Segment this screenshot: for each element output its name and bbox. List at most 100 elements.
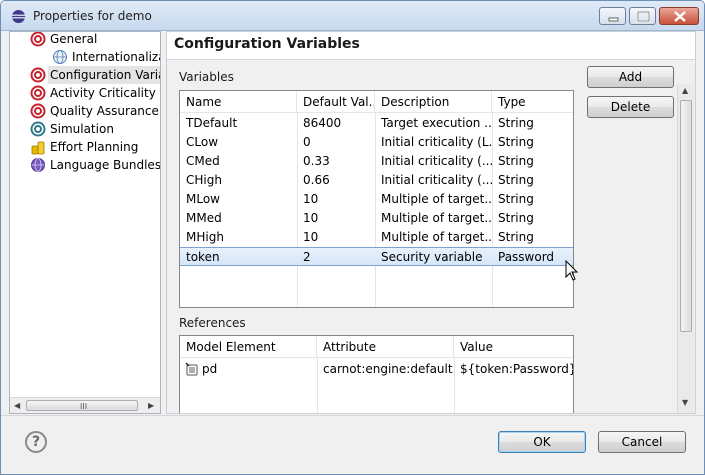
references-label: References (179, 316, 246, 330)
variable-description: Initial criticality (... (381, 173, 492, 187)
table-row[interactable]: MLow 10 Multiple of target... String (180, 190, 573, 209)
variable-name: MMed (186, 211, 222, 225)
properties-dialog: Properties for demo General Internationa… (0, 0, 705, 475)
variable-type: String (498, 230, 534, 244)
table-row[interactable]: MMed 10 Multiple of target... String (180, 209, 573, 228)
scroll-down-icon[interactable]: ▼ (682, 398, 688, 407)
variable-default-value: 0.66 (303, 173, 330, 187)
variables-table-header: Name Default Val... Description Type (180, 91, 573, 113)
scroll-left-icon[interactable]: ◀ (14, 401, 20, 410)
variable-description: Initial criticality (... (381, 154, 492, 168)
tree-item-label: Activity Criticality (50, 86, 156, 100)
tree-item-label: Language Bundles (50, 158, 161, 172)
close-button[interactable] (659, 7, 699, 25)
variables-table[interactable]: Name Default Val... Description Type TDe… (179, 90, 574, 308)
tree-item-label: Configuration Varia (48, 66, 160, 84)
variable-default-value: 86400 (303, 116, 342, 130)
reference-model-element: pd (202, 362, 218, 376)
column-header-default-value[interactable]: Default Val... (297, 91, 375, 113)
variable-type: String (498, 192, 534, 206)
table-row[interactable]: TDefault 86400 Target execution ... String (180, 114, 573, 133)
tree-item-general[interactable]: General (30, 32, 160, 48)
variable-name: MHigh (186, 230, 224, 244)
spiral-icon (30, 103, 46, 119)
variable-type: String (498, 154, 534, 168)
table-row[interactable]: MHigh 10 Multiple of target... String (180, 228, 573, 247)
variable-type: String (498, 173, 534, 187)
column-header-description[interactable]: Description (375, 91, 492, 113)
column-header-name[interactable]: Name (180, 91, 297, 113)
table-row[interactable]: pd carnot:engine:default... ${token:Pass… (180, 360, 573, 379)
tree-item-language-bundles[interactable]: Language Bundles (30, 156, 161, 174)
tree-item-label: Internationalizat (72, 50, 161, 64)
spiral-icon (30, 67, 46, 83)
tree-item-label: General (50, 32, 98, 46)
variable-description: Multiple of target... (381, 211, 492, 225)
variables-label: Variables (179, 70, 234, 84)
scrollbar-thumb[interactable] (680, 100, 692, 332)
tree-item-label: Simulation (50, 122, 114, 136)
tree-item-internationalization[interactable]: Internationalizat (52, 48, 161, 66)
references-table[interactable]: Model Element Attribute Value pd carnot:… (179, 335, 574, 413)
help-button[interactable]: ? (25, 431, 47, 453)
references-table-header: Model Element Attribute Value (180, 336, 573, 358)
maximize-button[interactable] (629, 7, 656, 25)
variable-name: MLow (186, 192, 220, 206)
variable-name: token (186, 250, 220, 264)
table-row[interactable]: CHigh 0.66 Initial criticality (... String (180, 171, 573, 190)
variable-description: Target execution ... (381, 116, 492, 130)
globe-icon (53, 50, 67, 64)
page-header: Configuration Variables (167, 32, 695, 60)
column-header-type[interactable]: Type (492, 91, 573, 113)
globe-icon (31, 158, 45, 172)
tree-item-simulation[interactable]: Simulation (30, 120, 160, 138)
table-row[interactable]: CLow 0 Initial criticality (L... String (180, 133, 573, 152)
variable-name: CHigh (186, 173, 222, 187)
mouse-cursor-icon (565, 260, 579, 281)
column-header-value[interactable]: Value (454, 336, 573, 358)
spiral-icon (30, 85, 46, 101)
title-bar: Properties for demo (1, 1, 704, 31)
variable-name: TDefault (186, 116, 238, 130)
tree-horizontal-scrollbar[interactable]: ◀ III ▶ (10, 397, 160, 413)
reference-value: ${token:Password} (460, 362, 573, 376)
scroll-up-icon[interactable]: ▲ (682, 86, 688, 95)
properties-tree[interactable]: General Internationalizat Configuration … (9, 31, 161, 414)
close-icon (674, 11, 686, 22)
variable-type: String (498, 211, 534, 225)
delete-button[interactable]: Delete (587, 96, 674, 118)
variable-type: String (498, 116, 534, 130)
variable-default-value: 10 (303, 192, 319, 206)
variable-description: Multiple of target... (381, 230, 492, 244)
minimize-icon (608, 17, 619, 22)
variable-description: Initial criticality (L... (381, 135, 492, 149)
window-title: Properties for demo (33, 9, 152, 23)
variable-default-value: 0 (303, 135, 311, 149)
tree-item-effort-planning[interactable]: Effort Planning (30, 138, 160, 156)
main-vertical-scrollbar[interactable]: ▲ ▼ (677, 84, 694, 413)
ok-button[interactable]: OK (498, 431, 586, 453)
add-button[interactable]: Add (587, 66, 674, 88)
footer-divider (1, 415, 704, 416)
variable-default-value: 10 (303, 211, 319, 225)
variable-default-value: 2 (303, 250, 311, 264)
variable-name: CMed (186, 154, 220, 168)
scroll-right-icon[interactable]: ▶ (148, 401, 154, 410)
page-content: Variables Name Default Val... Descriptio… (167, 60, 695, 413)
variable-description: Multiple of target... (381, 192, 492, 206)
column-header-model-element[interactable]: Model Element (180, 336, 317, 358)
eclipse-icon (11, 9, 26, 24)
table-row[interactable]: token 2 Security variable Password (180, 247, 573, 266)
minimize-button[interactable] (599, 7, 626, 25)
tree-item-quality-assurance[interactable]: Quality Assurance C (30, 102, 160, 120)
coins-icon (31, 141, 45, 155)
table-row[interactable]: CMed 0.33 Initial criticality (... String (180, 152, 573, 171)
column-header-attribute[interactable]: Attribute (317, 336, 454, 358)
tree-item-activity-criticality[interactable]: Activity Criticality (30, 84, 160, 102)
tree-item-configuration-variables[interactable]: Configuration Varia (30, 66, 160, 84)
spiral-icon (30, 32, 46, 47)
variable-default-value: 10 (303, 230, 319, 244)
scrollbar-thumb[interactable]: III (26, 400, 138, 411)
cancel-button[interactable]: Cancel (598, 431, 686, 453)
variable-description: Security variable (381, 250, 483, 264)
